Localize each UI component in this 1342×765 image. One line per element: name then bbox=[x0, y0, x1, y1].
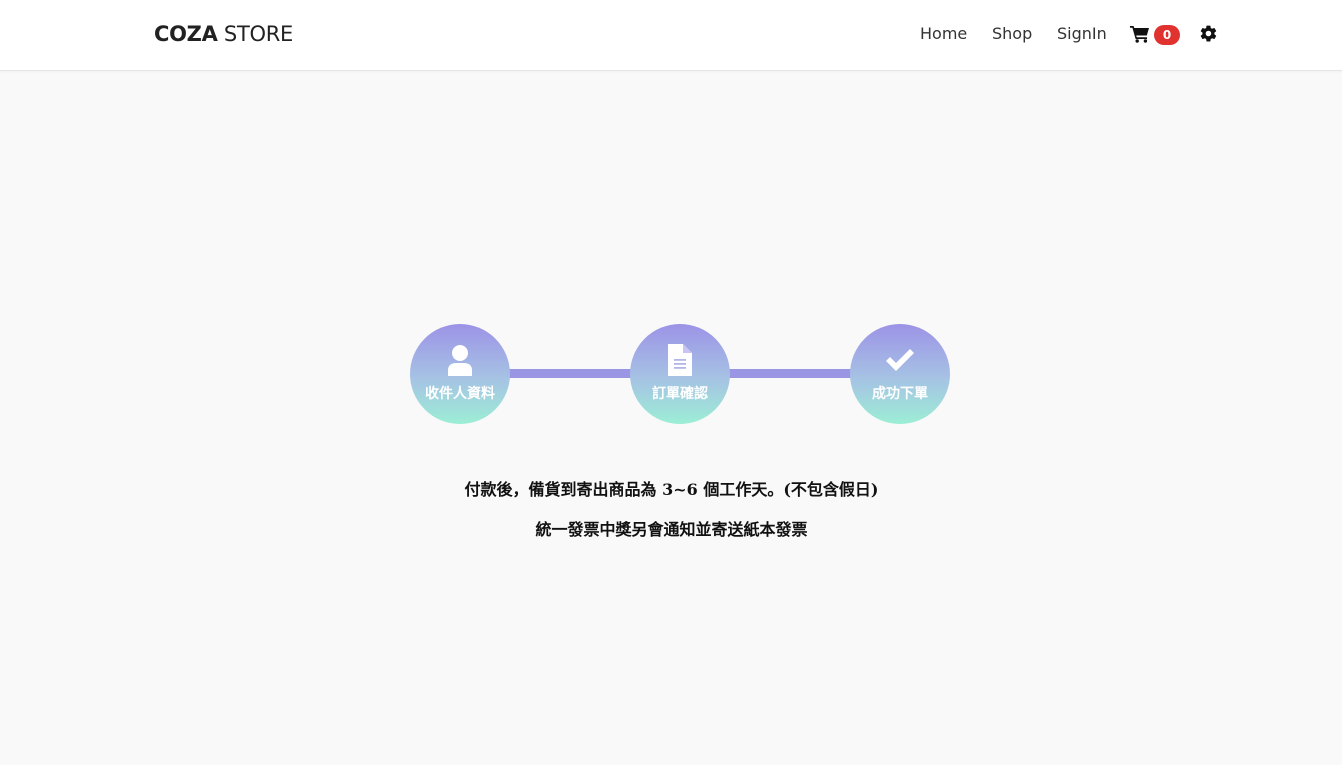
progress-connector bbox=[508, 369, 632, 378]
step-label: 收件人資料 bbox=[425, 386, 495, 402]
logo-light-text: STORE bbox=[217, 22, 293, 46]
gear-icon[interactable] bbox=[1199, 24, 1218, 43]
step-order-success: 成功下單 bbox=[850, 324, 950, 424]
user-icon bbox=[448, 345, 472, 376]
store-logo[interactable]: COZA STORE bbox=[154, 22, 293, 46]
check-icon bbox=[886, 349, 914, 371]
checkout-progress: 收件人資料 訂單確認 成功下單 bbox=[410, 324, 950, 424]
shipping-time-note: 付款後，備貨到寄出商品為 3~6 個工作天。(不包含假日) bbox=[464, 480, 879, 499]
cart-button[interactable]: 0 bbox=[1130, 23, 1182, 47]
step-label: 訂單確認 bbox=[652, 386, 708, 402]
nav-signin-link[interactable]: SignIn bbox=[1057, 24, 1107, 43]
nav-home-link[interactable]: Home bbox=[920, 24, 967, 43]
invoice-note: 統一發票中獎另會通知並寄送紙本發票 bbox=[535, 520, 808, 539]
step-order-confirm: 訂單確認 bbox=[630, 324, 730, 424]
cart-count-badge: 0 bbox=[1154, 25, 1180, 45]
step-label: 成功下單 bbox=[872, 386, 928, 402]
cart-icon bbox=[1130, 26, 1149, 43]
nav-shop-link[interactable]: Shop bbox=[992, 24, 1032, 43]
progress-connector bbox=[728, 369, 852, 378]
top-navbar: COZA STORE Home Shop SignIn 0 bbox=[0, 0, 1342, 71]
file-icon bbox=[668, 344, 692, 376]
logo-bold-text: COZA bbox=[154, 22, 218, 46]
step-recipient-info: 收件人資料 bbox=[410, 324, 510, 424]
